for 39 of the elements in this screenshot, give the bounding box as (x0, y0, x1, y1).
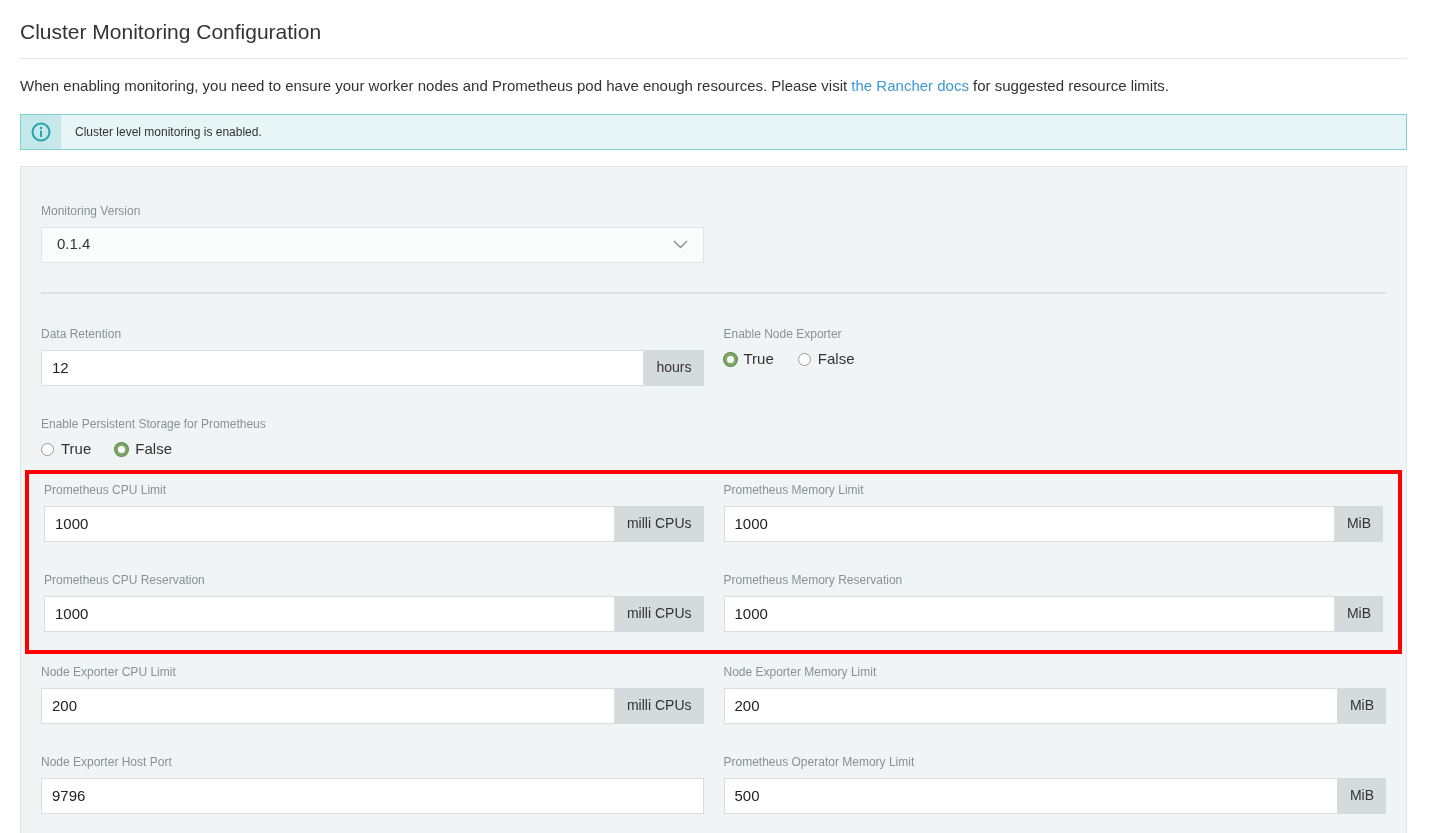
field-label: Node Exporter CPU Limit (41, 663, 177, 680)
field-label: Node Exporter Memory Limit (723, 663, 878, 680)
field-label: Prometheus CPU Limit (44, 481, 168, 498)
input-field[interactable]: 9796 (41, 777, 704, 814)
chevron-down-icon (673, 240, 688, 249)
field-label: Prometheus CPU Reservation (44, 571, 206, 588)
field-label: Prometheus Operator Memory Limit (723, 753, 916, 770)
unit-addon: MiB (1337, 687, 1386, 724)
field-label: Enable Node Exporter (723, 325, 843, 342)
unit-addon: milli CPUs (614, 505, 704, 542)
field-label: Monitoring Version (41, 202, 142, 219)
input-field[interactable]: 1000 (44, 505, 615, 542)
field-label: Node Exporter Host Port (41, 753, 173, 770)
input-field[interactable]: 200 (723, 687, 1338, 724)
unit-addon: MiB (1337, 777, 1386, 814)
input-field[interactable]: 500 (723, 777, 1338, 814)
field-label: Enable Persistent Storage for Prometheus (41, 415, 267, 432)
radio-option[interactable]: True (41, 438, 92, 461)
radio-option[interactable]: False (797, 348, 855, 371)
radio-option[interactable]: False (115, 438, 172, 461)
unit-addon: MiB (1334, 505, 1383, 542)
intro-paragraph: When enabling monitoring, you need to ensure your worker nodes and Prometheus pod have enough resources. Please visit the Rancher docs for suggested resource limits. (20, 76, 1170, 96)
version-select[interactable]: 0.1.4 (41, 226, 704, 263)
input-field[interactable]: 1000 (44, 595, 615, 632)
input-field[interactable]: 1000 (723, 595, 1335, 632)
unit-addon: milli CPUs (614, 595, 704, 632)
unit-addon: hours (644, 349, 704, 386)
info-icon (31, 121, 51, 142)
page-title: Cluster Monitoring Configuration (20, 20, 1407, 59)
unit-addon: milli CPUs (614, 687, 704, 724)
radio-option[interactable]: True (723, 348, 774, 371)
input-field[interactable]: 12 (41, 349, 645, 386)
alert-message: Cluster level monitoring is enabled. (74, 123, 262, 141)
input-field[interactable]: 1000 (723, 505, 1335, 542)
unit-addon: MiB (1334, 595, 1383, 632)
input-field[interactable]: 200 (41, 687, 615, 724)
field-label: Prometheus Memory Limit (723, 481, 865, 498)
field-label: Data Retention (41, 325, 123, 342)
field-label: Prometheus Memory Reservation (723, 571, 904, 588)
